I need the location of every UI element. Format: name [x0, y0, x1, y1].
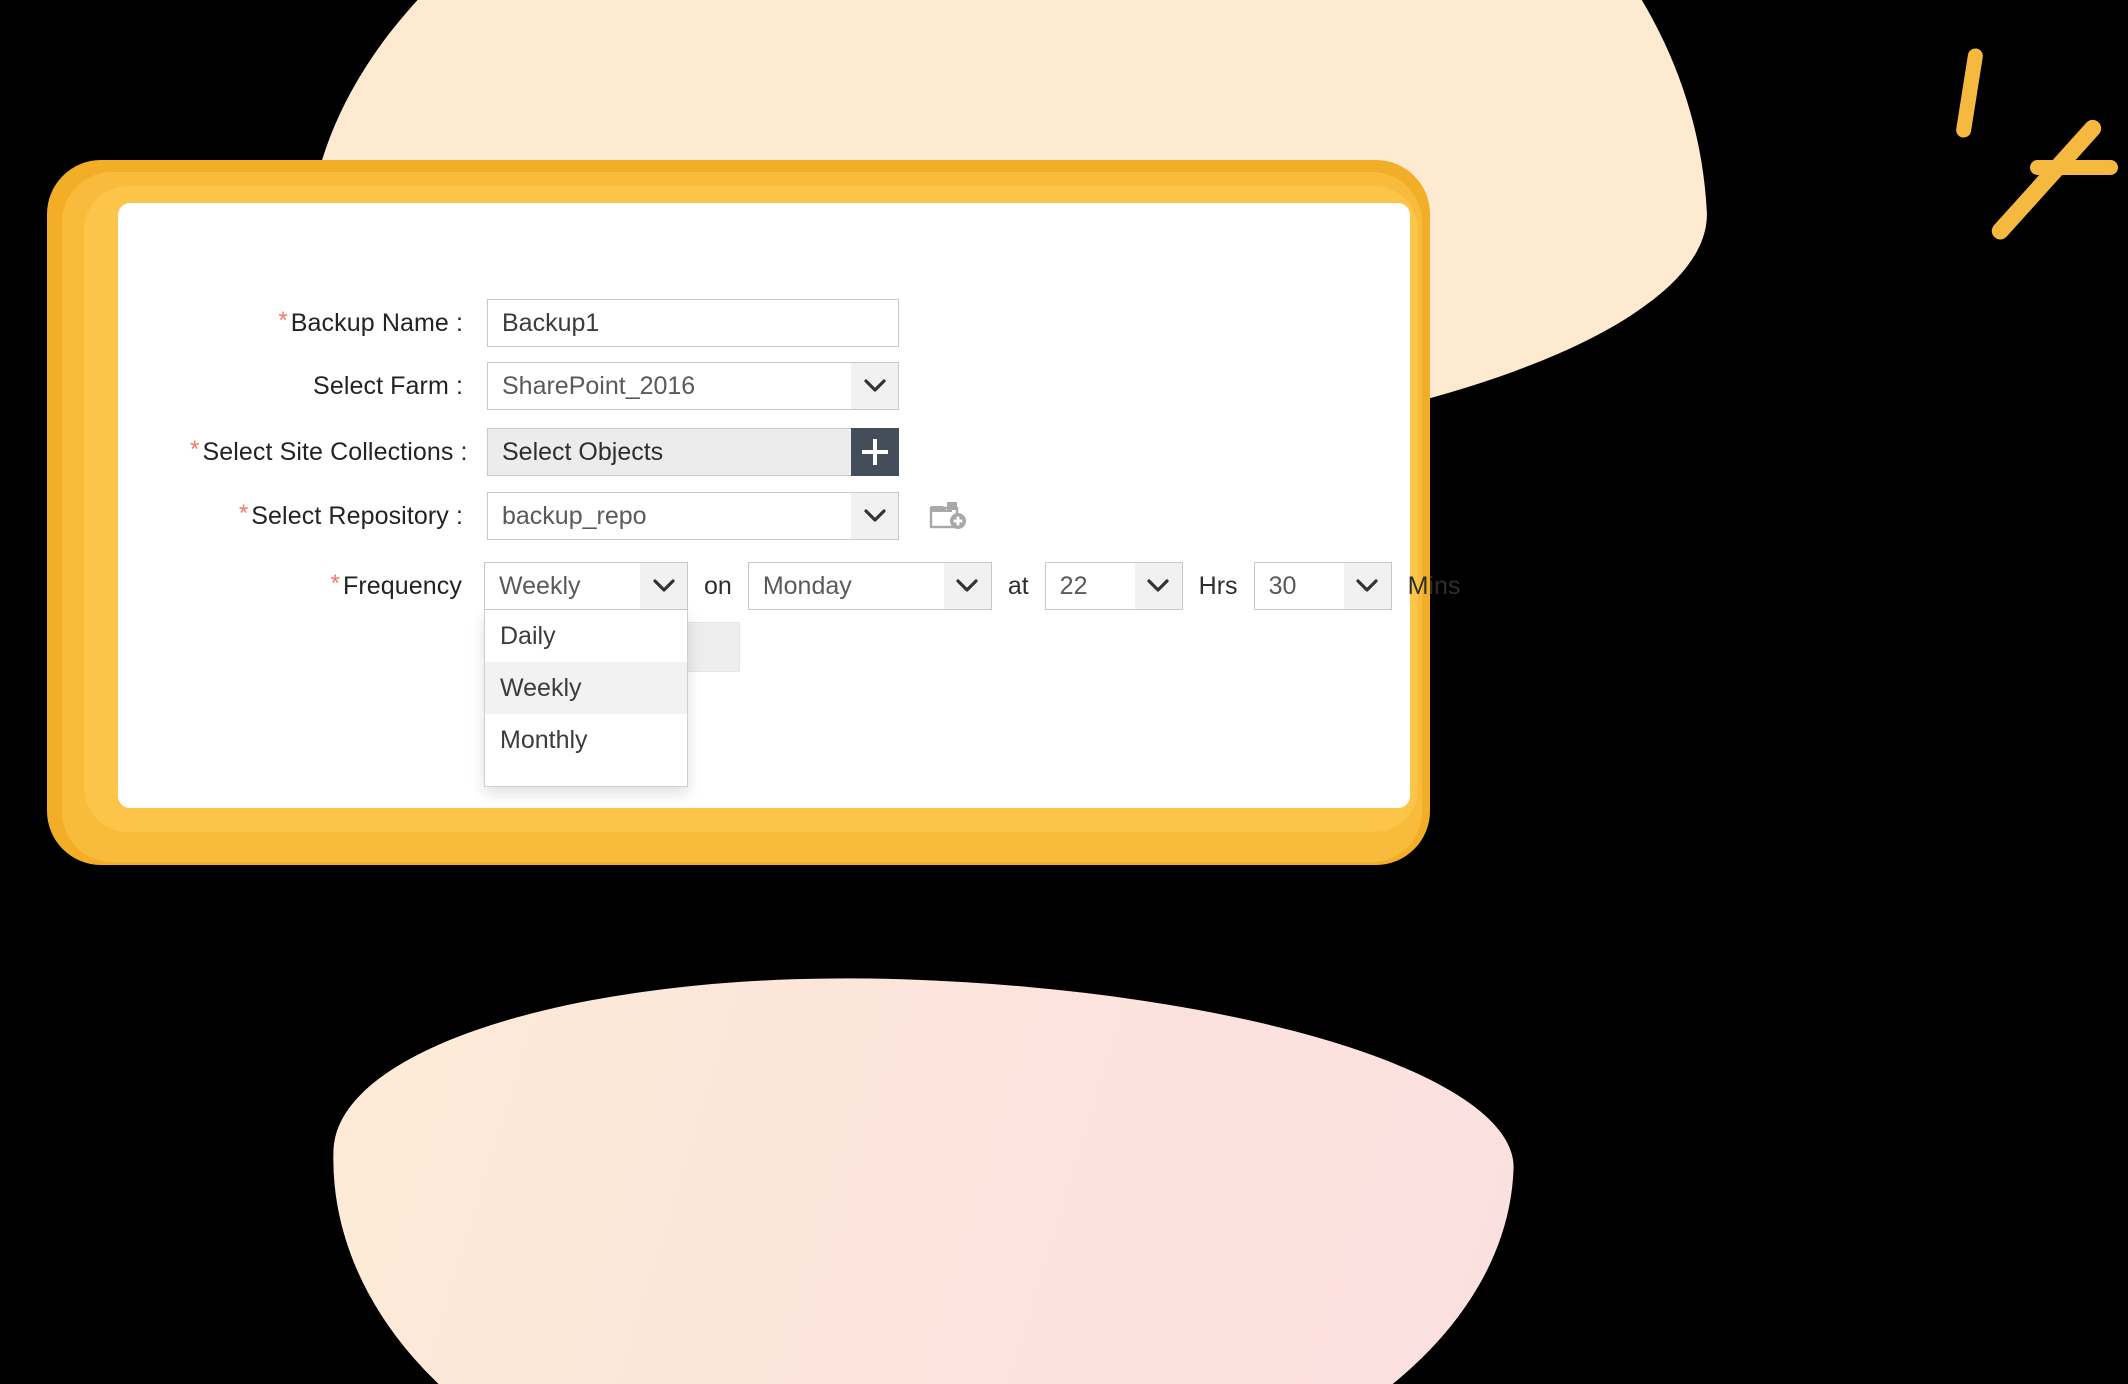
label-text: Select Site Collections :: [202, 437, 468, 466]
backup-schedule-form: * Backup Name : Backup1 Select Farm : Sha…: [118, 203, 1460, 808]
required-asterisk: *: [190, 435, 200, 463]
hidden-background-button[interactable]: [680, 622, 740, 672]
frequency-dropdown-list[interactable]: Daily Weekly Monthly: [484, 610, 688, 787]
field-select-farm: SharePoint_2016: [487, 362, 899, 410]
field-hours: 22: [1044, 562, 1183, 610]
select-farm-value[interactable]: SharePoint_2016: [487, 362, 851, 410]
decorative-blob-bottom: [320, 959, 1520, 1384]
label-select-farm: Select Farm :: [313, 371, 463, 400]
field-row-select-farm: Select Farm : SharePoint_2016: [278, 362, 899, 410]
field-row-frequency: * Frequency Weekly Daily Weekly Monthly o…: [324, 562, 1476, 787]
field-select-repository: backup_repo: [487, 492, 969, 540]
unit-hours-label: Hrs: [1198, 571, 1238, 600]
frequency-chevron-down-icon[interactable]: [640, 562, 688, 610]
select-repository-value[interactable]: backup_repo: [487, 492, 851, 540]
day-of-week-chevron-down-icon[interactable]: [943, 562, 992, 610]
field-row-select-site-collections: * Select Site Collections : Select Object…: [190, 428, 899, 476]
required-asterisk: *: [238, 499, 249, 527]
field-minutes: 30: [1253, 562, 1392, 610]
decorative-dash-icon: [1955, 47, 1984, 139]
label-text: Backup Name :: [290, 308, 463, 337]
label-select-repository: * Select Repository :: [238, 499, 463, 531]
connector-at: at: [1007, 571, 1029, 600]
add-folder-icon[interactable]: [929, 492, 969, 540]
add-site-collection-button[interactable]: [851, 428, 899, 476]
select-objects-field[interactable]: Select Objects: [487, 428, 851, 476]
label-backup-name: * Backup Name :: [278, 306, 463, 338]
field-frequency: Weekly Daily Weekly Monthly: [484, 562, 740, 787]
frequency-value[interactable]: Weekly: [484, 562, 640, 610]
connector-on: on: [704, 571, 732, 600]
required-asterisk: *: [278, 306, 288, 334]
select-repository-chevron-down-icon[interactable]: [851, 492, 899, 540]
frequency-option-weekly[interactable]: Weekly: [485, 662, 687, 714]
minutes-value[interactable]: 30: [1253, 562, 1344, 610]
day-of-week-value[interactable]: Monday: [747, 562, 944, 610]
field-day-of-week: Monday: [747, 562, 992, 610]
frequency-option-monthly[interactable]: Monthly: [485, 714, 687, 766]
field-row-select-repository: * Select Repository : backup_repo: [238, 492, 969, 540]
label-frequency: * Frequency: [324, 569, 462, 601]
frequency-option-daily[interactable]: Daily: [485, 610, 687, 662]
hours-chevron-down-icon[interactable]: [1134, 562, 1183, 610]
screenshot-stage: * Backup Name : Backup1 Select Farm : Sha…: [0, 0, 2128, 1384]
select-farm-chevron-down-icon[interactable]: [851, 362, 899, 410]
hours-value[interactable]: 22: [1044, 562, 1135, 610]
field-select-site-collections: Select Objects: [487, 428, 899, 476]
unit-minutes-label: Mins: [1407, 571, 1461, 600]
decorative-dash-icon: [1988, 116, 2105, 243]
minutes-chevron-down-icon[interactable]: [1343, 562, 1392, 610]
field-backup-name: Backup1: [487, 299, 899, 347]
backup-name-input[interactable]: Backup1: [487, 299, 899, 347]
label-text: Frequency: [342, 571, 462, 600]
plus-icon: [862, 439, 888, 465]
decorative-dash-icon: [2030, 160, 2118, 175]
field-row-backup-name: * Backup Name : Backup1: [278, 299, 899, 347]
label-select-site-collections: * Select Site Collections :: [190, 435, 467, 467]
required-asterisk: *: [330, 569, 340, 597]
label-text: Select Repository :: [251, 501, 463, 530]
